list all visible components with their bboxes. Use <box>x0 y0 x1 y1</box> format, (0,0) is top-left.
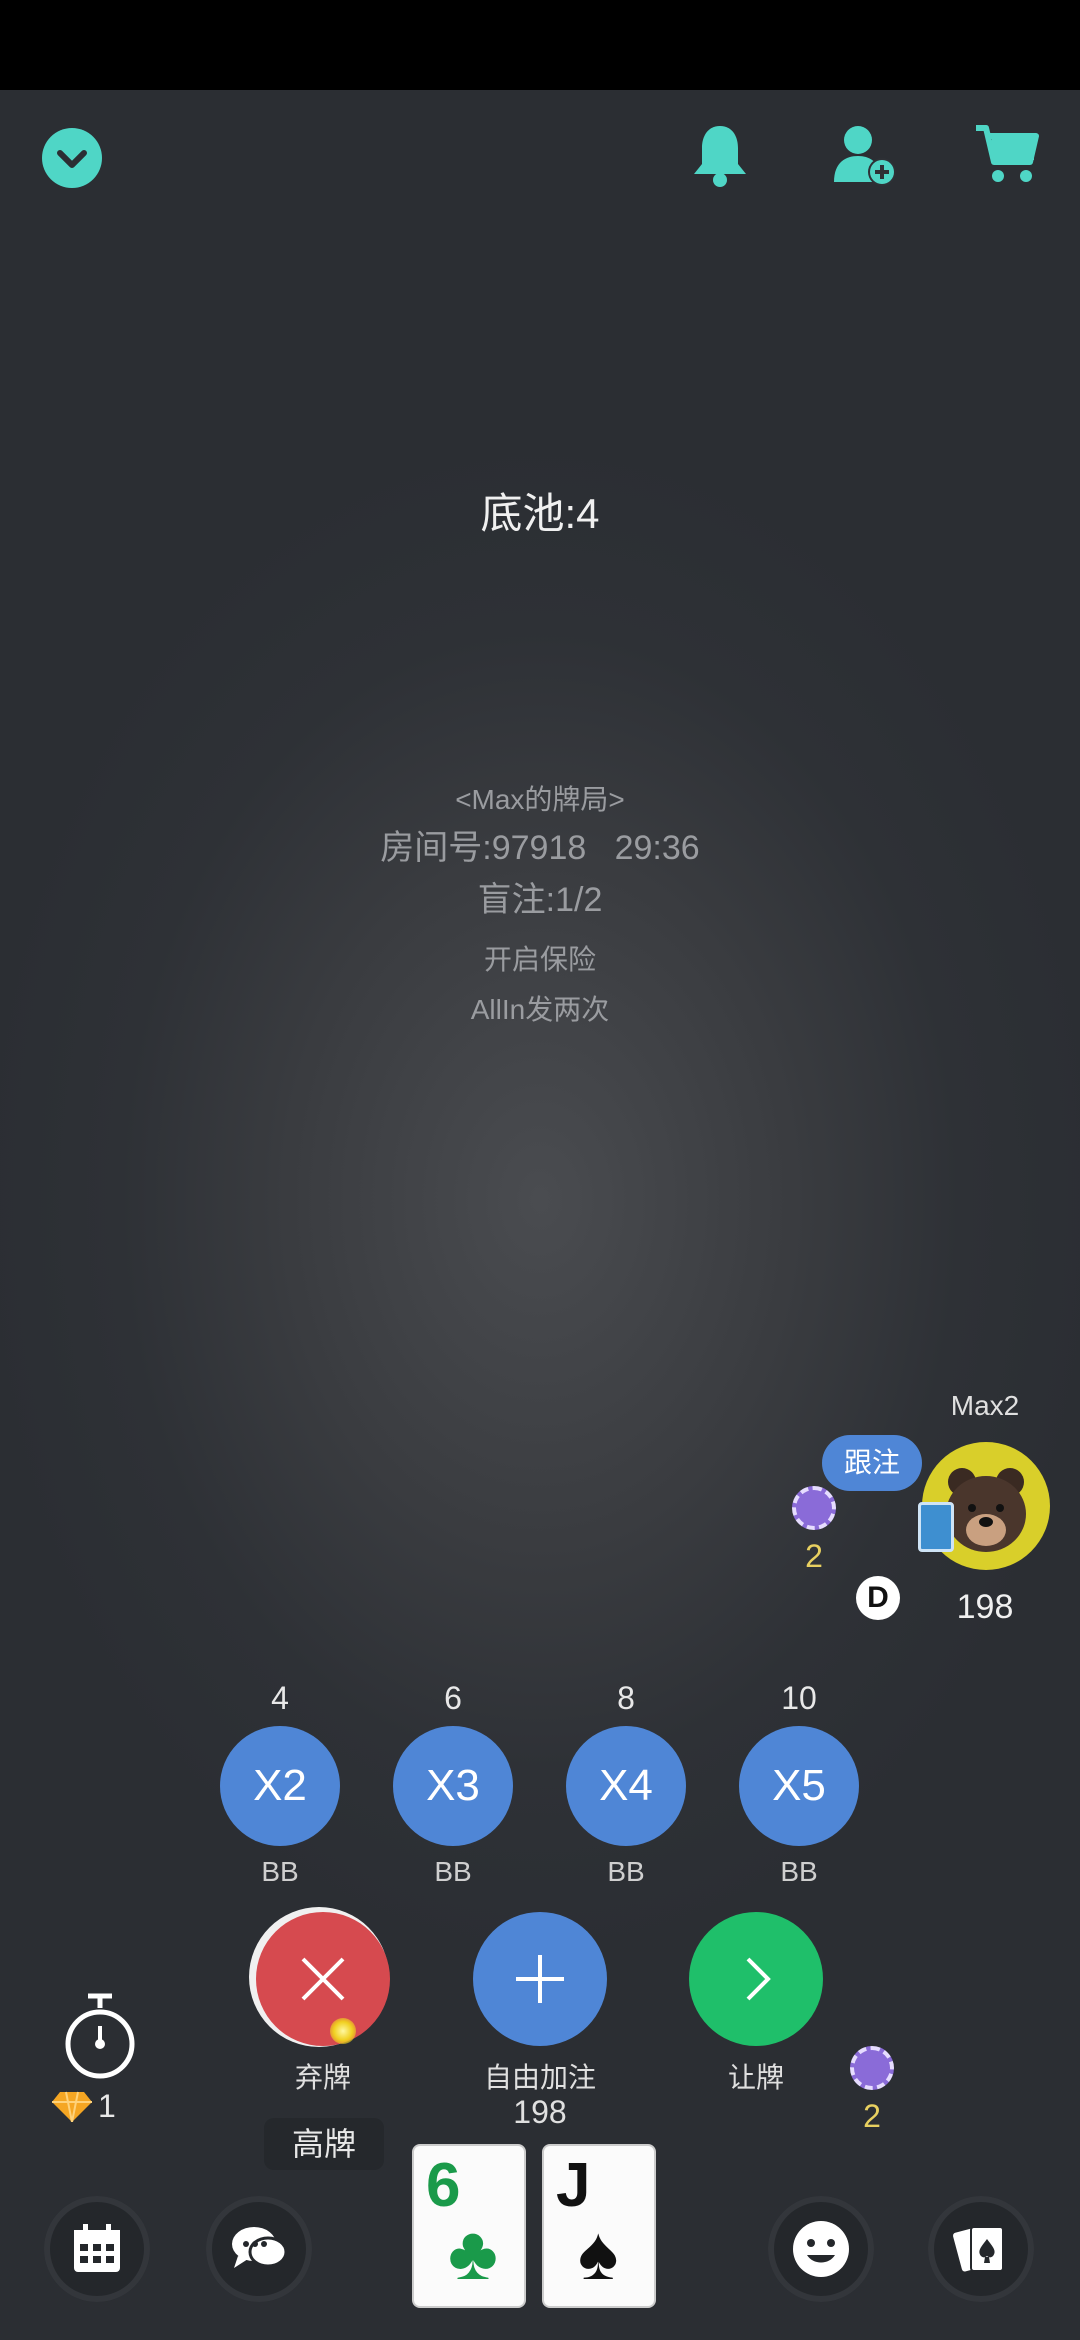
my-chip-icon <box>850 2046 894 2090</box>
chevron-down-icon <box>57 150 87 168</box>
preset-amount: 6 <box>444 1680 462 1716</box>
player-hole-cards-icon <box>918 1502 954 1552</box>
emoji-button[interactable] <box>768 2196 874 2302</box>
player-stack: 198 <box>956 1588 1014 1626</box>
gem-count: 1 <box>98 2088 116 2124</box>
chevron-right-icon <box>746 1957 771 2001</box>
shop-button[interactable] <box>974 122 1040 188</box>
raise-amount: 198 <box>513 2094 567 2130</box>
status-bar <box>0 0 1080 90</box>
add-friend-button[interactable] <box>832 122 898 188</box>
plus-icon <box>516 1955 564 2003</box>
preset-amount: 8 <box>617 1680 635 1716</box>
dealer-button: D <box>856 1576 900 1620</box>
spade-suit-icon: ♠ <box>578 2211 619 2296</box>
insurance-info: 开启保险 <box>483 944 596 975</box>
add-user-icon <box>834 126 896 186</box>
fold-button[interactable] <box>256 1912 390 2046</box>
player-chip-icon <box>792 1486 836 1530</box>
close-icon <box>301 1957 345 2001</box>
my-bet-amount: 2 <box>863 2098 881 2134</box>
hand-rank-badge: 高牌 <box>264 2118 384 2170</box>
time-bank-button[interactable] <box>60 1992 140 2082</box>
notification-button[interactable] <box>690 122 750 188</box>
blinds-info: 盲注:1/2 <box>477 881 603 919</box>
preset-unit: BB <box>607 1856 645 1887</box>
bet-preset-x5-button[interactable]: X5 <box>739 1726 859 1846</box>
player-name: Max2 <box>950 1390 1020 1421</box>
preset-unit: BB <box>780 1856 818 1887</box>
shopping-cart-icon <box>976 125 1039 182</box>
check-button[interactable] <box>689 1912 823 2046</box>
timer-spark-icon <box>330 2018 356 2044</box>
fold-label: 弃牌 <box>294 2062 351 2093</box>
chat-button[interactable] <box>206 2196 312 2302</box>
room-name: <Max的牌局> <box>455 784 625 815</box>
playing-cards-icon <box>953 2226 1004 2272</box>
raise-label: 自由加注 <box>483 2062 596 2093</box>
chat-icon <box>232 2227 288 2268</box>
preset-unit: BB <box>434 1856 472 1887</box>
room-info: 房间号:97918 29:36 <box>380 829 700 867</box>
history-button[interactable] <box>44 2196 150 2302</box>
preset-amount: 10 <box>781 1680 817 1716</box>
stopwatch-icon <box>65 1993 135 2079</box>
raise-button[interactable] <box>473 1912 607 2046</box>
pot-label: 底池:4 <box>480 490 600 537</box>
bell-icon <box>694 126 746 187</box>
club-suit-icon: ♣ <box>448 2211 498 2296</box>
bet-preset-x3-button[interactable]: X3 <box>393 1726 513 1846</box>
player-action-badge: 跟注 <box>822 1435 922 1491</box>
hole-card: J ♠ <box>544 2146 654 2306</box>
allin-rule-info: AllIn发两次 <box>470 994 610 1025</box>
check-label: 让牌 <box>727 2062 784 2093</box>
preset-unit: BB <box>261 1856 299 1887</box>
card-table-button[interactable] <box>928 2196 1034 2302</box>
bet-preset-x2-button[interactable]: X2 <box>220 1726 340 1846</box>
calendar-icon <box>74 2224 120 2272</box>
smiley-icon <box>793 2221 849 2277</box>
collapse-menu-button[interactable] <box>42 128 102 188</box>
hole-card: 6 ♣ <box>414 2146 524 2306</box>
player-bet-amount: 2 <box>805 1538 823 1574</box>
preset-amount: 4 <box>271 1680 289 1716</box>
bet-preset-x4-button[interactable]: X4 <box>566 1726 686 1846</box>
gem-icon <box>52 2090 92 2123</box>
poker-table: 底池:4 <Max的牌局> 房间号:97918 29:36 盲注:1/2 开启保… <box>0 90 1080 2340</box>
